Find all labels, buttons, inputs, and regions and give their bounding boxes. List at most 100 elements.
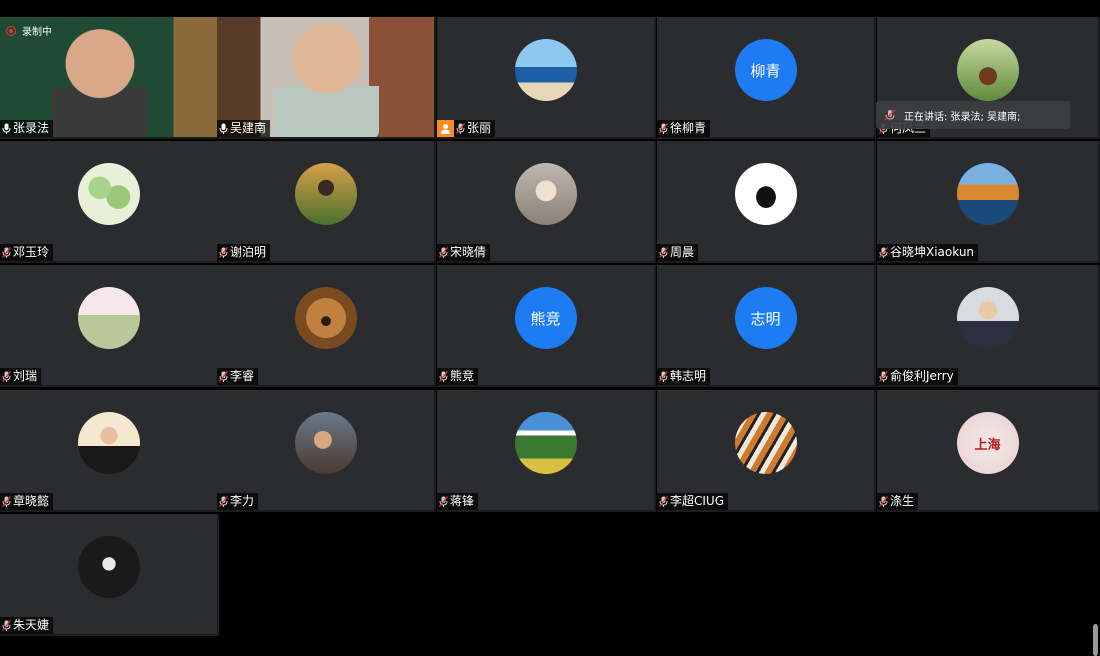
participant-name: 谷晓坤Xiaokun [890, 245, 975, 259]
video-feed-bookshelf [217, 17, 434, 137]
park-photo-avatar [77, 287, 140, 349]
participant-name: 蒋锋 [450, 494, 475, 508]
participant-name-tag: 韩志明 [657, 368, 711, 385]
participant-name-tag: 涤生 [877, 493, 919, 510]
participant-name-tag: 蒋锋 [437, 493, 479, 510]
tiger-painting-avatar [734, 412, 797, 474]
avatar-text: 熊竞 [514, 287, 577, 349]
participant-name: 张丽 [467, 121, 492, 135]
participant-name-tag: 邓玉玲 [0, 244, 54, 261]
participant-name-tag: 吴建南 [217, 120, 271, 137]
participant-tile[interactable]: 刘瑞 [0, 265, 219, 387]
man-suit-avatar [956, 287, 1019, 349]
participant-tile[interactable]: 邓玉玲 [0, 141, 219, 263]
muted-mic-icon [439, 496, 448, 507]
muted-mic-icon [659, 247, 668, 258]
participant-name: 李力 [230, 494, 255, 508]
muted-mic-icon [659, 123, 668, 134]
participant-name: 熊竞 [450, 369, 475, 383]
participant-name-tag: 宋晓倩 [437, 244, 491, 261]
muted-mic-icon [879, 247, 888, 258]
participant-name-tag: 刘瑞 [0, 368, 42, 385]
participant-name-tag: 李力 [217, 493, 259, 510]
participant-name: 李睿 [230, 369, 255, 383]
participant-name: 徐柳青 [670, 121, 707, 135]
muted-mic-icon [2, 247, 11, 258]
participant-tile[interactable]: 熊竞 熊竞 [437, 265, 656, 387]
participant-tile[interactable]: 周晨 [657, 141, 876, 263]
record-icon [6, 25, 16, 36]
muted-mic-icon [659, 371, 668, 382]
participant-tile[interactable]: 谢泊明 [217, 141, 436, 263]
muted-mic-icon [2, 371, 11, 382]
muted-mic-icon [439, 371, 448, 382]
teddy-bear-avatar [294, 287, 357, 349]
dark-portrait-avatar [77, 536, 140, 598]
horse-rider-avatar [956, 39, 1019, 101]
participant-tile[interactable]: 吴建南 [217, 17, 436, 139]
participant-tile[interactable]: 宋晓倩 [437, 141, 656, 263]
muted-mic-icon [879, 371, 888, 382]
participant-tile[interactable]: 朱天婕 [0, 514, 219, 636]
recording-indicator: 录制中 [6, 23, 52, 38]
participant-tile[interactable]: 谷晓坤Xiaokun [877, 141, 1100, 263]
participant-name-tag: 周晨 [657, 244, 699, 261]
participant-tile[interactable]: 李超CIUG [657, 390, 876, 512]
ice-cream-avatar [77, 163, 140, 225]
participant-name-tag: 章晓懿 [0, 493, 54, 510]
participant-name: 吴建南 [230, 121, 267, 135]
participant-name-tag: 朱天婕 [0, 617, 54, 634]
woman-photo-avatar [514, 163, 577, 225]
participant-name: 谢泊明 [230, 245, 267, 259]
participant-name-tag: 张录法 [0, 120, 54, 137]
participant-tile[interactable]: 章晓懿 [0, 390, 219, 512]
beach-photo-avatar [514, 39, 577, 101]
mic-icon [219, 123, 228, 134]
participant-name-tag: 谷晓坤Xiaokun [877, 244, 979, 261]
participant-name: 刘瑞 [13, 369, 38, 383]
muted-mic-icon [659, 496, 668, 507]
muted-mic-icon [2, 496, 11, 507]
participant-tile[interactable]: 李力 [217, 390, 436, 512]
participant-tile[interactable]: 俞俊利Jerry [877, 265, 1100, 387]
host-person-icon [437, 120, 454, 137]
participant-name: 邓玉玲 [13, 245, 50, 259]
participant-tile[interactable]: 张丽 [437, 17, 656, 139]
recording-label: 录制中 [22, 27, 52, 38]
muted-mic-icon [2, 620, 11, 631]
avatar-text: 上海 [974, 437, 1001, 453]
man-selfie-avatar [294, 412, 357, 474]
woman-suit-avatar [77, 412, 140, 474]
avatar-text: 志明 [734, 287, 797, 349]
speaking-indicator: 正在讲话: 张录法; 吴建南; [876, 101, 1070, 129]
participant-name: 张录法 [13, 121, 50, 135]
participant-name: 周晨 [670, 245, 695, 259]
participant-name: 涤生 [890, 494, 915, 508]
participant-name-tag: 李超CIUG [657, 493, 729, 510]
speaking-label: 正在讲话: 张录法; 吴建南; [904, 111, 1021, 123]
muted-mic-icon [219, 496, 228, 507]
participant-name: 李超CIUG [670, 494, 725, 508]
muted-mic-icon [879, 496, 888, 507]
participant-tile[interactable]: 柳青徐柳青 [657, 17, 876, 139]
mountain-landscape-avatar [514, 412, 577, 474]
mic-icon [2, 123, 11, 134]
scrollbar-thumb[interactable] [1093, 624, 1098, 656]
muted-mic-icon [219, 247, 228, 258]
participant-name: 韩志明 [670, 369, 707, 383]
participant-tile[interactable]: 李睿 [217, 265, 436, 387]
avatar-text: 柳青 [734, 39, 797, 101]
participant-name: 朱天婕 [13, 618, 50, 632]
participant-tile[interactable]: 志明韩志明 [657, 265, 876, 387]
participant-tile[interactable]: 蒋锋 [437, 390, 656, 512]
muted-mic-icon [439, 247, 448, 258]
participant-name: 宋晓倩 [450, 245, 487, 259]
participant-name-tag: 俞俊利Jerry [877, 368, 958, 385]
participant-tile[interactable]: 上海涤生 [877, 390, 1100, 512]
participant-tile[interactable]: 张录法 录制中 [0, 17, 219, 139]
muted-mic-icon [884, 109, 896, 121]
participant-name-tag: 李睿 [217, 368, 259, 385]
participant-name-tag: 谢泊明 [217, 244, 271, 261]
participant-name: 俞俊利Jerry [890, 369, 954, 383]
participant-name: 章晓懿 [13, 494, 50, 508]
